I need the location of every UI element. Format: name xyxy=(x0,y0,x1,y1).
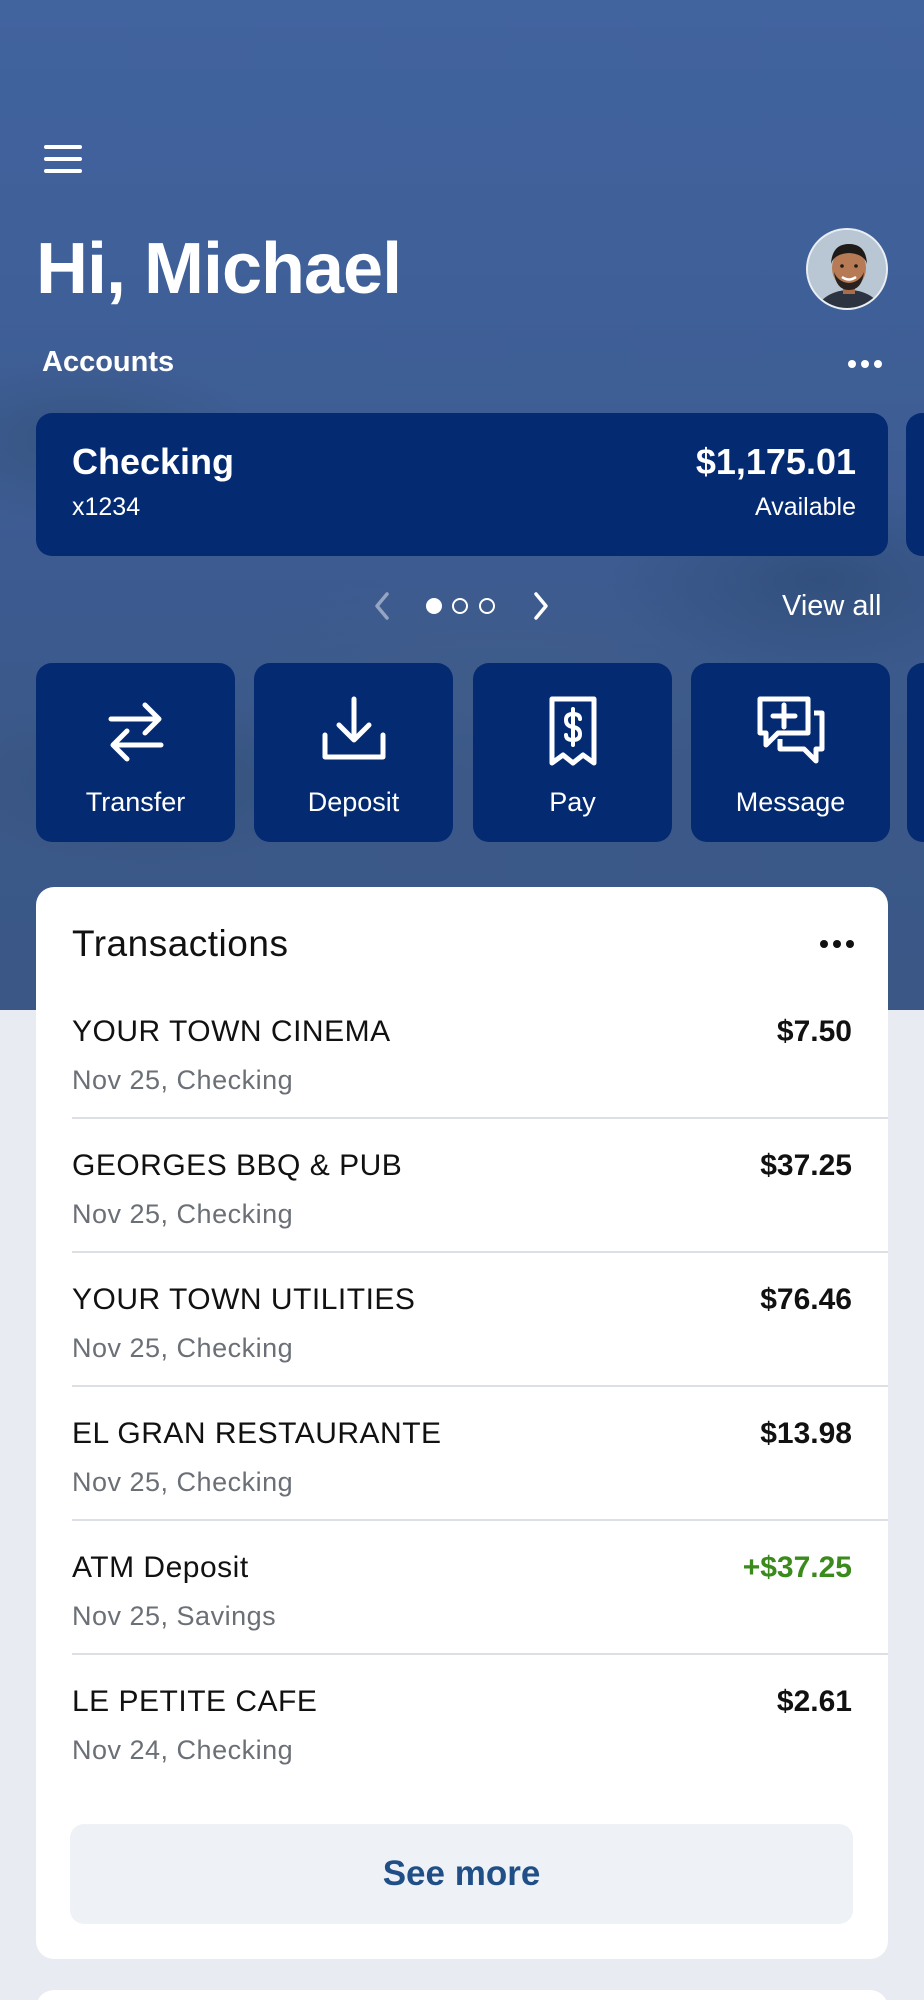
transaction-meta: Nov 25, Checking xyxy=(72,1333,294,1363)
transaction-amount: +$37.25 xyxy=(742,1551,852,1584)
account-card-checking[interactable]: Checking x1234 $1,175.01 Available xyxy=(36,413,888,556)
transaction-amount: $13.98 xyxy=(760,1417,852,1450)
transfer-label: Transfer xyxy=(85,787,186,817)
transaction-merchant: LE PETITE CAFE xyxy=(72,1685,318,1718)
chevron-right-icon[interactable] xyxy=(526,588,556,624)
transfer-button[interactable]: Transfer xyxy=(36,663,235,842)
pay-button[interactable]: Pay xyxy=(473,663,672,842)
greeting-title: Hi, Michael xyxy=(36,229,402,309)
transaction-meta: Nov 25, Checking xyxy=(72,1199,294,1229)
transfer-icon xyxy=(108,702,163,762)
account-balance: $1,175.01 xyxy=(695,441,856,482)
transactions-card: Transactions YOUR TOWN CINEMA Nov 25, Ch… xyxy=(36,887,888,1959)
transaction-amount: $2.61 xyxy=(776,1685,852,1718)
message-label: Message xyxy=(735,787,846,817)
view-all-link[interactable]: View all xyxy=(782,590,881,623)
transaction-row[interactable]: EL GRAN RESTAURANTE Nov 25, Checking $13… xyxy=(72,1387,888,1521)
account-balance-label: Available xyxy=(754,493,856,521)
deposit-label: Deposit xyxy=(307,787,400,817)
transaction-merchant: GEORGES BBQ & PUB xyxy=(72,1149,403,1182)
pay-label: Pay xyxy=(549,787,596,817)
pager-dot-3[interactable] xyxy=(479,598,495,614)
chevron-left-icon[interactable] xyxy=(367,588,397,624)
deposit-icon xyxy=(322,696,385,760)
message-icon xyxy=(757,696,824,764)
transaction-row[interactable]: ATM Deposit Nov 25, Savings +$37.25 xyxy=(72,1521,888,1655)
account-pager: View all xyxy=(0,588,924,628)
account-number: x1234 xyxy=(72,493,141,521)
deposit-button[interactable]: Deposit xyxy=(254,663,453,842)
pay-bill-icon xyxy=(549,696,596,766)
pager-dot-1[interactable] xyxy=(426,598,442,614)
transaction-merchant: YOUR TOWN CINEMA xyxy=(72,1015,391,1048)
transaction-row[interactable]: YOUR TOWN UTILITIES Nov 25, Checking $76… xyxy=(72,1253,888,1387)
next-action-tile[interactable] xyxy=(907,663,924,842)
transaction-row[interactable]: LE PETITE CAFE Nov 24, Checking $2.61 xyxy=(72,1655,888,1789)
transactions-title: Transactions xyxy=(72,923,289,964)
transaction-amount: $7.50 xyxy=(776,1015,852,1048)
transaction-merchant: YOUR TOWN UTILITIES xyxy=(72,1283,416,1316)
transaction-row[interactable]: YOUR TOWN CINEMA Nov 25, Checking $7.50 xyxy=(72,985,888,1119)
next-account-card[interactable] xyxy=(906,413,924,556)
transaction-merchant: EL GRAN RESTAURANTE xyxy=(72,1417,442,1450)
transaction-amount: $76.46 xyxy=(760,1283,852,1316)
account-name: Checking xyxy=(72,441,235,482)
hamburger-menu-icon[interactable] xyxy=(44,145,82,175)
transaction-meta: Nov 24, Checking xyxy=(72,1735,294,1765)
next-section-card xyxy=(36,1990,888,2000)
message-button[interactable]: Message xyxy=(691,663,890,842)
transaction-amount: $37.25 xyxy=(760,1149,852,1182)
accounts-label: Accounts xyxy=(42,346,175,378)
avatar[interactable] xyxy=(806,228,888,310)
pager-dot-2[interactable] xyxy=(452,598,468,614)
transaction-meta: Nov 25, Checking xyxy=(72,1467,294,1497)
see-more-button[interactable]: See more xyxy=(70,1824,853,1924)
accounts-more-icon[interactable] xyxy=(848,360,882,368)
transaction-row[interactable]: GEORGES BBQ & PUB Nov 25, Checking $37.2… xyxy=(72,1119,888,1253)
transactions-more-icon[interactable] xyxy=(820,940,854,948)
transaction-merchant: ATM Deposit xyxy=(72,1551,249,1584)
transaction-meta: Nov 25, Savings xyxy=(72,1601,277,1631)
transaction-meta: Nov 25, Checking xyxy=(72,1065,294,1095)
